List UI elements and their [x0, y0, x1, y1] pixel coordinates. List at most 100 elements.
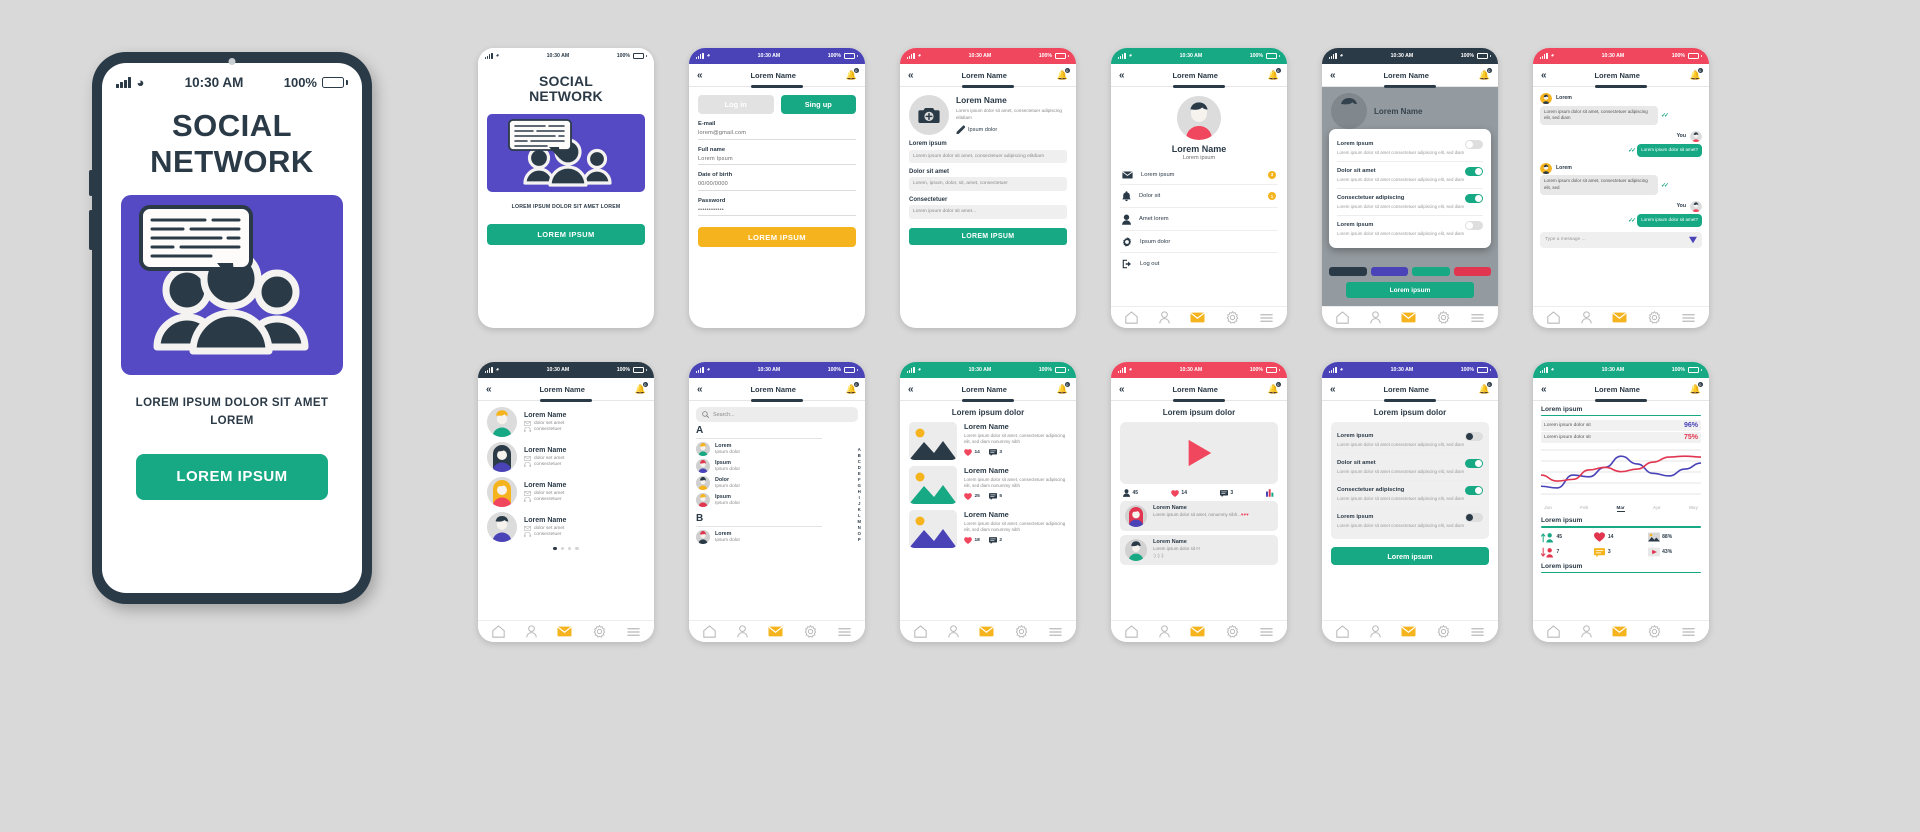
list-item[interactable]: Lorem Ipsum dolor	[696, 530, 822, 544]
bell-icon[interactable]: 🔔 0	[1057, 67, 1070, 81]
envelope-icon[interactable]	[1401, 626, 1417, 637]
chevron-double-left-icon[interactable]: «	[1541, 70, 1546, 81]
bell-icon[interactable]: 🔔 0	[1057, 381, 1070, 395]
bell-icon[interactable]: 🔔 0	[1690, 381, 1703, 395]
index-letter[interactable]: N	[858, 525, 861, 530]
hamburger-icon[interactable]	[1470, 627, 1484, 637]
hamburger-icon[interactable]	[626, 627, 640, 637]
menu-item-profile[interactable]: Amet lorem	[1120, 208, 1278, 231]
index-letter[interactable]: D	[858, 465, 861, 470]
like-count[interactable]: 25	[964, 493, 980, 501]
bell-icon[interactable]: 🔔 0	[1690, 67, 1703, 81]
chevron-double-left-icon[interactable]: «	[486, 384, 491, 395]
toggle-switch[interactable]	[1465, 220, 1483, 230]
dob-input[interactable]: 00/00/0000	[698, 178, 856, 191]
index-letter[interactable]: F	[858, 477, 861, 482]
gear-icon[interactable]	[1226, 311, 1239, 324]
toggle-switch[interactable]	[1465, 431, 1483, 441]
index-letter[interactable]: H	[858, 489, 861, 494]
gear-icon[interactable]	[804, 625, 817, 638]
play-icon[interactable]	[1183, 437, 1215, 469]
signup-submit-button[interactable]: LOREM IPSUM	[698, 227, 856, 247]
page-dot[interactable]	[568, 547, 572, 551]
index-letter[interactable]: L	[858, 513, 861, 518]
index-letter[interactable]: B	[858, 453, 861, 458]
intro-cta-button[interactable]: LOREM IPSUM	[487, 223, 645, 245]
home-icon[interactable]	[1125, 625, 1139, 638]
fullname-input[interactable]: Lorem Ipsum	[698, 153, 856, 165]
video-player[interactable]	[1120, 422, 1278, 484]
settings-save-button[interactable]: Lorem ipsum	[1331, 547, 1489, 566]
month-tick-current[interactable]: Mar	[1616, 505, 1625, 513]
index-letter[interactable]: A	[858, 447, 861, 452]
password-input[interactable]: ••••••••••••	[698, 204, 856, 216]
envelope-icon[interactable]	[979, 626, 995, 637]
feed-post[interactable]: Lorem Name Lorem ipsum dolor sit amet, c…	[909, 422, 1067, 460]
toggle-switch[interactable]	[1465, 458, 1483, 468]
menu-item-logout[interactable]: Log out	[1120, 253, 1278, 274]
chevron-double-left-icon[interactable]: «	[1330, 70, 1335, 81]
envelope-icon[interactable]	[1612, 626, 1628, 637]
stats-chart[interactable]	[1265, 489, 1275, 497]
hamburger-icon[interactable]	[1259, 627, 1273, 637]
envelope-icon[interactable]	[1612, 312, 1628, 323]
bell-icon[interactable]: 🔔 0	[1268, 381, 1281, 395]
gear-icon[interactable]	[1437, 311, 1450, 324]
envelope-icon[interactable]	[1190, 626, 1206, 637]
tab-signup[interactable]: Sing up	[780, 95, 856, 114]
home-icon[interactable]	[703, 625, 717, 638]
envelope-icon[interactable]	[1401, 312, 1417, 323]
envelope-icon[interactable]	[557, 626, 573, 637]
profile-field-input[interactable]: Lorem, ipsum, dolor, sit, amet, consecte…	[909, 177, 1067, 191]
chevron-double-left-icon[interactable]: «	[697, 384, 702, 395]
index-letter[interactable]: P	[858, 537, 861, 542]
chevron-double-left-icon[interactable]: «	[1330, 384, 1335, 395]
home-icon[interactable]	[492, 625, 506, 638]
person-icon[interactable]	[1370, 625, 1381, 638]
list-item[interactable]: Ipsum Ipsum dolor	[696, 493, 822, 507]
person-icon[interactable]	[737, 625, 748, 638]
chevron-double-left-icon[interactable]: «	[697, 70, 702, 81]
comment-count[interactable]: 3	[1219, 489, 1233, 497]
hamburger-icon[interactable]	[837, 627, 851, 637]
profile-save-button[interactable]: LOREM IPSUM	[909, 227, 1067, 245]
gear-icon[interactable]	[1648, 311, 1661, 324]
index-letter[interactable]: C	[858, 459, 861, 464]
hamburger-icon[interactable]	[1681, 313, 1695, 323]
page-dot-active[interactable]	[553, 547, 557, 551]
send-icon[interactable]	[1689, 236, 1697, 244]
gear-icon[interactable]	[1015, 625, 1028, 638]
comment-count[interactable]: 2	[988, 537, 1002, 544]
gear-icon[interactable]	[593, 625, 606, 638]
list-item[interactable]: Dolor Ipsum dolor	[696, 476, 822, 490]
search-input[interactable]: Search...	[696, 407, 858, 422]
person-icon[interactable]	[1370, 311, 1381, 324]
toggle-switch[interactable]	[1465, 512, 1483, 522]
toggle-switch[interactable]	[1465, 139, 1483, 149]
index-letter[interactable]: M	[858, 519, 862, 524]
index-letter[interactable]: E	[858, 471, 861, 476]
home-icon[interactable]	[914, 625, 928, 638]
envelope-icon[interactable]	[768, 626, 784, 637]
bell-icon[interactable]: 🔔 0	[846, 381, 859, 395]
contact-row[interactable]: Lorem Name dolor set amet consectetuer	[487, 442, 645, 472]
person-icon[interactable]	[948, 625, 959, 638]
message-input[interactable]: Type a message ...	[1545, 237, 1586, 242]
bell-icon[interactable]: 🔔 0	[635, 381, 648, 395]
chevron-double-left-icon[interactable]: «	[1119, 70, 1124, 81]
month-tick[interactable]: Jan	[1544, 505, 1552, 512]
like-count[interactable]: 14	[964, 449, 980, 457]
gear-icon[interactable]	[1437, 625, 1450, 638]
profile-field-input[interactable]: Lorem ipsum dolor sit amet...	[909, 205, 1067, 219]
hamburger-icon[interactable]	[1048, 627, 1062, 637]
month-tick[interactable]: May	[1689, 505, 1698, 512]
home-icon[interactable]	[1547, 311, 1561, 324]
chevron-double-left-icon[interactable]: «	[1541, 384, 1546, 395]
gear-icon[interactable]	[1648, 625, 1661, 638]
list-item[interactable]: Ipsum Ipsum dolor	[696, 459, 822, 473]
menu-item-settings[interactable]: Ipsum dolor	[1120, 231, 1278, 253]
toggle-switch[interactable]	[1465, 166, 1483, 176]
person-icon[interactable]	[1159, 625, 1170, 638]
toggle-switch[interactable]	[1465, 193, 1483, 203]
month-tick[interactable]: Apr	[1653, 505, 1661, 512]
